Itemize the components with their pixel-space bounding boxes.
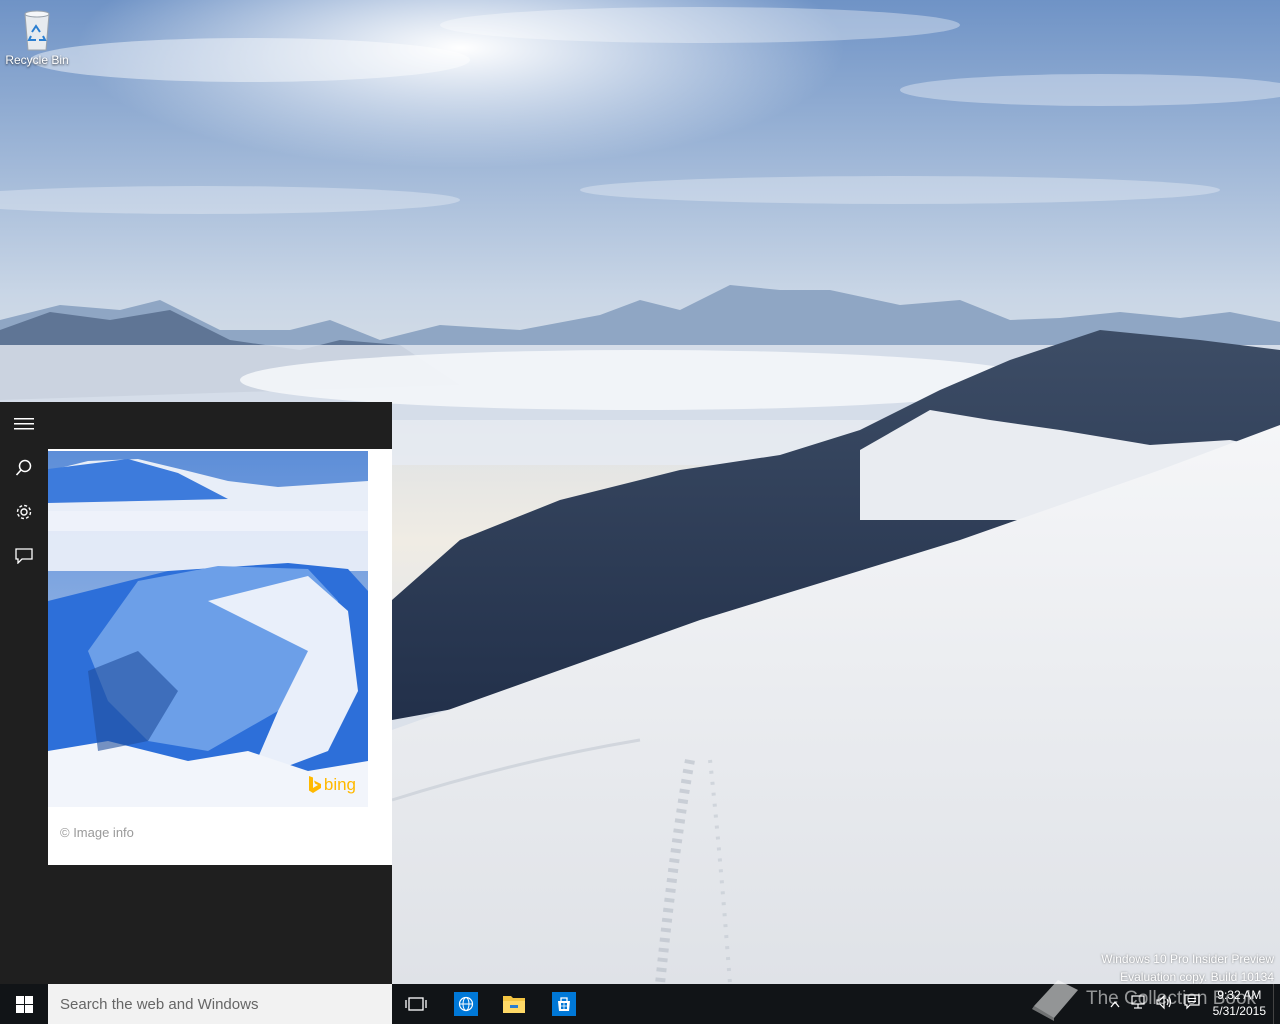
bing-logo: bing	[308, 775, 356, 795]
recycle-bin-icon	[17, 6, 57, 52]
store-icon	[552, 992, 576, 1016]
taskbar: Search the web and Windows 9:32 AM 5/31/…	[0, 984, 1280, 1024]
settings-button[interactable]	[0, 490, 48, 534]
recycle-bin-label: Recycle Bin	[5, 53, 69, 67]
action-center-button[interactable]	[1184, 993, 1200, 1015]
windows-logo-icon	[15, 995, 33, 1013]
start-button[interactable]	[0, 984, 48, 1024]
network-icon	[1131, 994, 1145, 1009]
volume-icon	[1156, 994, 1172, 1009]
hamburger-menu-button[interactable]	[0, 402, 48, 446]
show-desktop-button[interactable]	[1273, 984, 1280, 1024]
bing-text: bing	[323, 775, 356, 794]
recycle-bin[interactable]: Recycle Bin	[4, 6, 70, 67]
gear-icon	[16, 504, 32, 520]
taskbar-clock[interactable]: 9:32 AM 5/31/2015	[1213, 987, 1266, 1019]
clock-time: 9:32 AM	[1217, 988, 1262, 1002]
clock-date: 5/31/2015	[1212, 1004, 1266, 1018]
file-explorer-icon	[503, 996, 525, 1013]
show-hidden-icons-button[interactable]	[1110, 995, 1120, 1013]
task-view-icon	[405, 997, 427, 1011]
cortana-panel: bing © Image info	[0, 402, 392, 984]
evaluation-watermark: Windows 10 Pro Insider Preview Evaluatio…	[1101, 950, 1274, 986]
task-view-button[interactable]	[392, 984, 440, 1024]
network-button[interactable]	[1130, 994, 1146, 1015]
system-tray	[1110, 984, 1200, 1024]
bing-b-icon	[308, 776, 322, 794]
bing-photo: bing	[48, 451, 368, 807]
action-center-icon	[1184, 993, 1200, 1009]
feedback-icon	[15, 548, 33, 564]
store-button[interactable]	[540, 984, 588, 1024]
hamburger-menu-icon	[14, 418, 34, 430]
search-placeholder: Search the web and Windows	[60, 995, 259, 1013]
taskbar-search-input[interactable]: Search the web and Windows	[48, 984, 392, 1024]
globe-icon	[454, 992, 478, 1016]
image-info-link[interactable]: © Image info	[60, 825, 134, 840]
chevron-up-icon	[1110, 1000, 1120, 1008]
feedback-button[interactable]	[0, 534, 48, 578]
volume-button[interactable]	[1156, 994, 1174, 1015]
notebook-search-button[interactable]	[0, 446, 48, 490]
edge-browser-button[interactable]	[442, 984, 490, 1024]
search-icon	[15, 459, 32, 476]
cortana-rail	[0, 402, 48, 984]
bing-image-card[interactable]: bing © Image info	[48, 449, 392, 865]
watermark-line1: Windows 10 Pro Insider Preview	[1101, 952, 1274, 966]
file-explorer-button[interactable]	[490, 984, 538, 1024]
